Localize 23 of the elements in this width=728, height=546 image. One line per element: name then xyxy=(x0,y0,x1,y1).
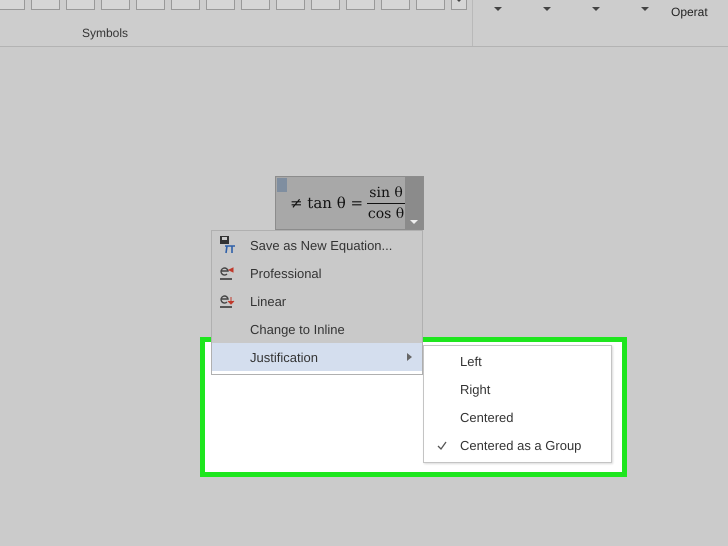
caret-icon xyxy=(410,220,418,224)
menu-item[interactable]: Change to Inline xyxy=(212,315,422,343)
menu-item[interactable]: Professional xyxy=(212,259,422,287)
dropdown-caret-icon xyxy=(592,7,600,11)
save-equation-icon xyxy=(220,236,236,254)
equation-options-button[interactable] xyxy=(405,177,423,229)
submenu-arrow-icon xyxy=(407,353,412,361)
numerator: sin θ xyxy=(369,184,403,202)
menu-item[interactable]: Left xyxy=(424,347,611,375)
menu-item[interactable]: Save as New Equation... xyxy=(212,231,422,259)
menu-item[interactable]: Centered as a Group xyxy=(424,431,611,459)
menu-item[interactable]: Centered xyxy=(424,403,611,431)
denominator: cos θ xyxy=(368,204,404,224)
menu-item[interactable]: Right xyxy=(424,375,611,403)
dropdown-caret-icon xyxy=(542,7,550,11)
dropdown-caret-icon xyxy=(640,7,648,11)
group-label: Symbols xyxy=(82,26,128,40)
menu-item[interactable]: Linear xyxy=(212,287,422,315)
ribbon-label[interactable]: Operat xyxy=(671,5,708,19)
equation-text: ≠ tan θ = xyxy=(290,194,364,212)
drag-handle[interactable] xyxy=(277,178,287,192)
menu-item[interactable]: Justification xyxy=(212,343,422,371)
dropdown-caret-icon xyxy=(494,7,502,11)
